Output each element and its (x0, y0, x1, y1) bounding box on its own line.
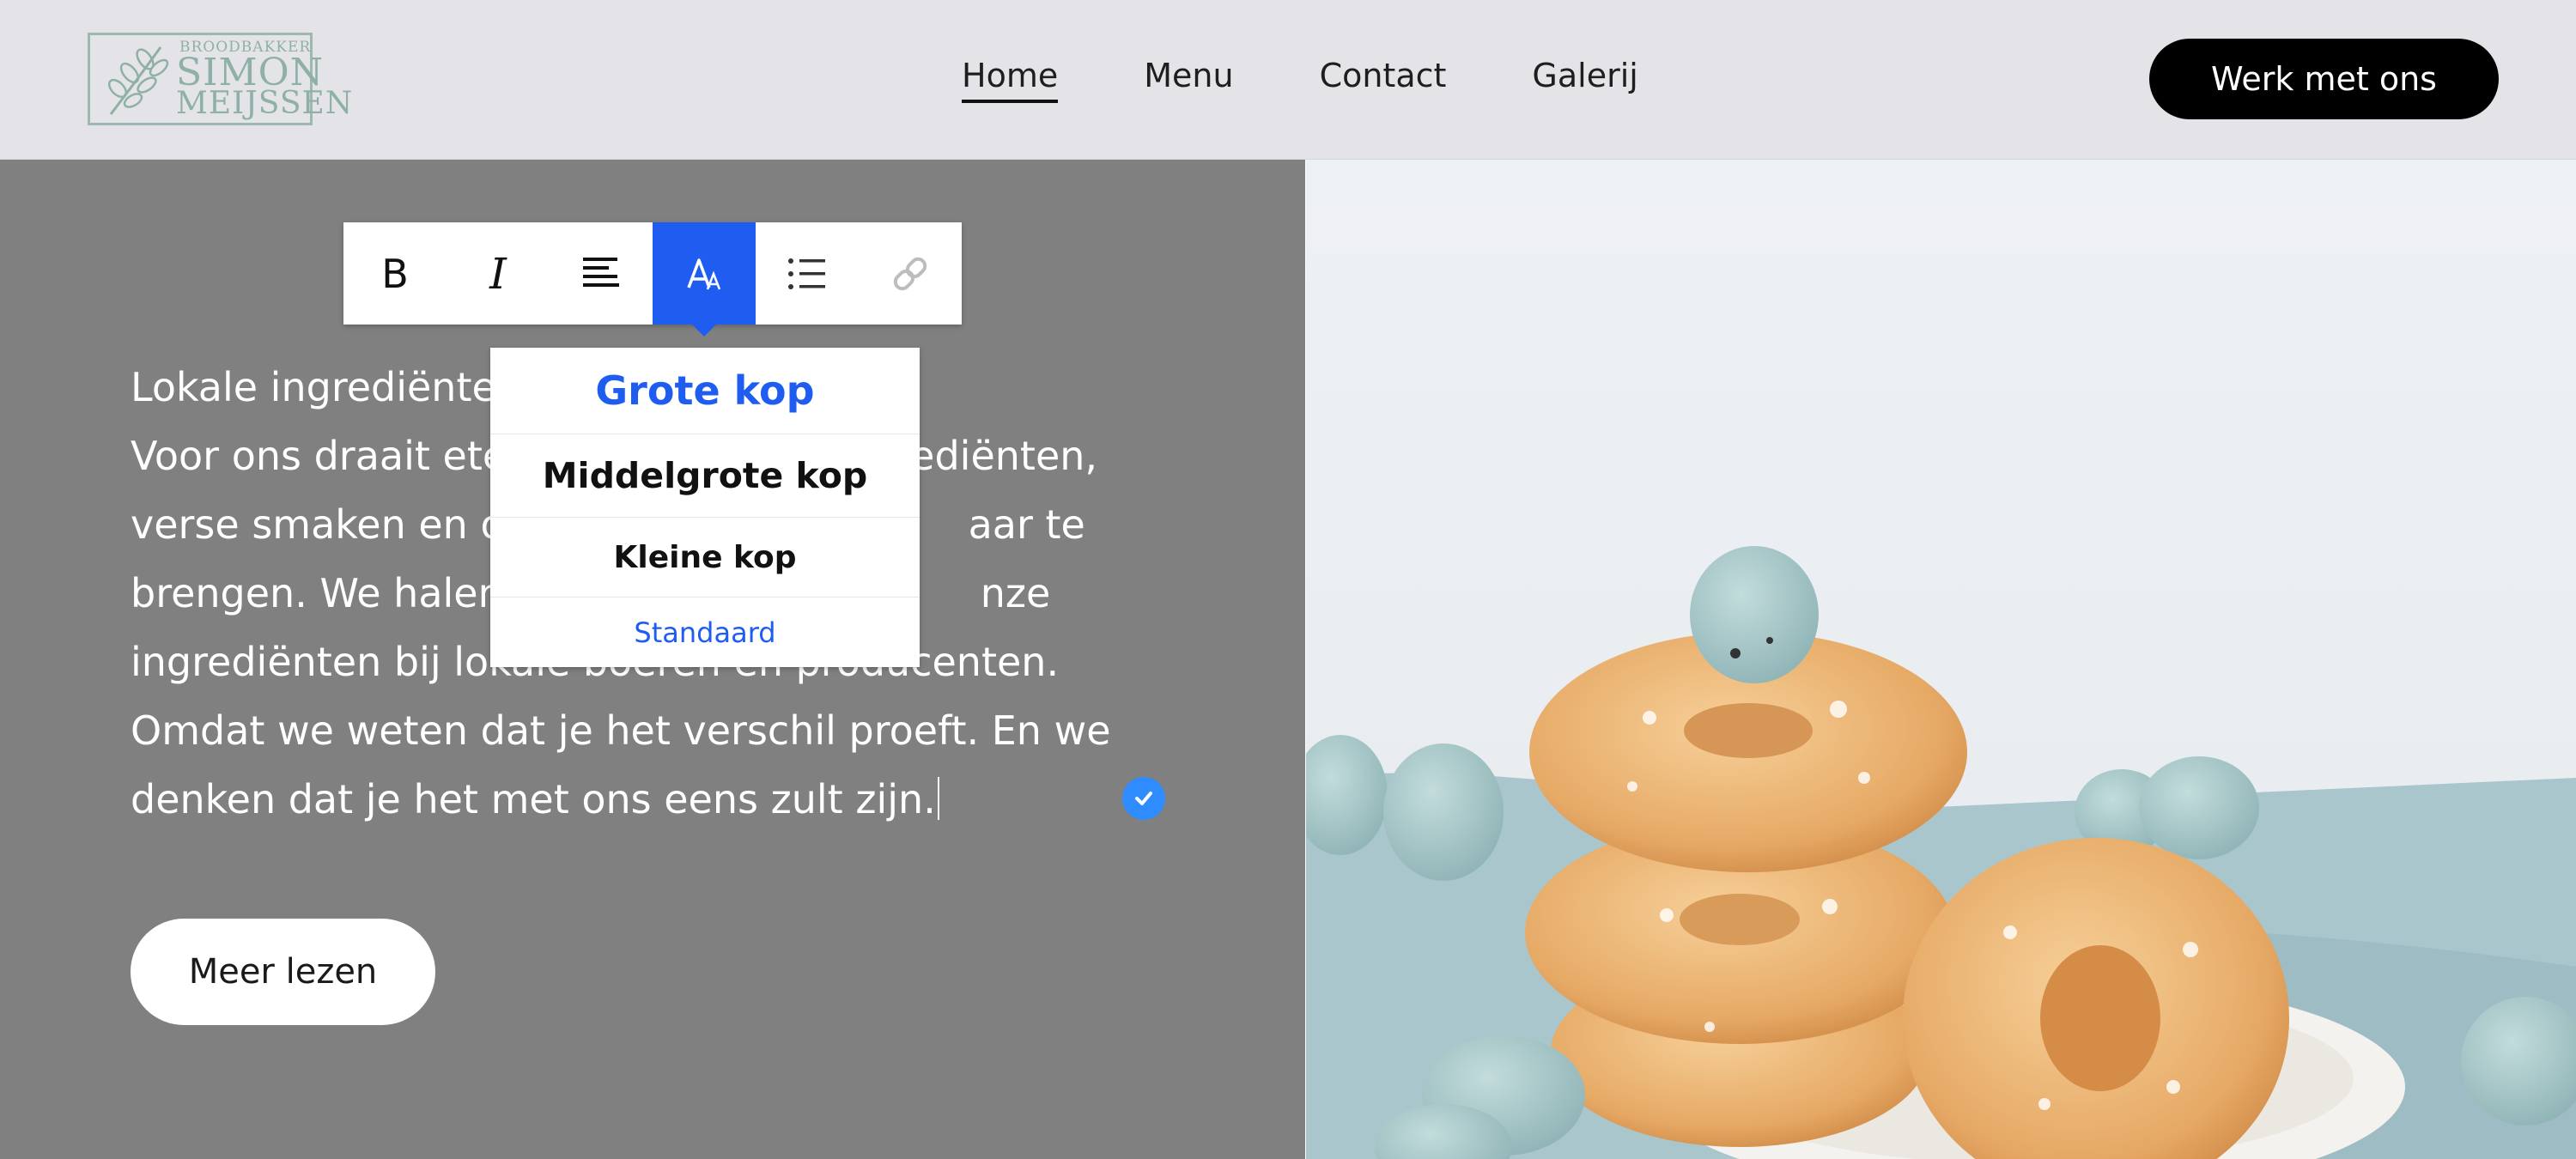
option-small-heading[interactable]: Kleine kop (490, 518, 920, 598)
bold-icon: B (381, 250, 409, 297)
work-with-us-button[interactable]: Werk met ons (2149, 39, 2499, 119)
link-icon (893, 257, 927, 290)
link-button[interactable] (859, 222, 962, 325)
option-large-heading[interactable]: Grote kop (490, 348, 920, 434)
heading-style-menu: Grote kop Middelgrote kop Kleine kop Sta… (490, 348, 920, 667)
text-style-button[interactable] (653, 222, 756, 337)
italic-button[interactable]: I (447, 222, 550, 325)
option-medium-heading[interactable]: Middelgrote kop (490, 434, 920, 518)
text-caret (937, 777, 939, 820)
main-nav: Home Menu Contact Galerij (962, 57, 1724, 103)
leaf-sprig-icon (107, 46, 169, 115)
paragraph-line: Omdat we weten dat je het verschil proef… (131, 707, 1111, 754)
list-icon (788, 258, 825, 289)
option-standard-text[interactable]: Standaard (490, 598, 920, 668)
logo-name-last: MEIJSSEN (176, 86, 354, 121)
site-header: BROODBAKKER SIMON MEIJSSEN Home Menu Con… (0, 0, 2576, 160)
donuts-photo (1306, 160, 2576, 1159)
read-more-button[interactable]: Meer lezen (131, 919, 435, 1025)
nav-menu[interactable]: Menu (1144, 57, 1233, 103)
text-style-icon (687, 258, 721, 289)
italic-icon: I (489, 248, 507, 299)
check-icon[interactable] (1122, 777, 1165, 820)
format-toolbar: B I (343, 222, 962, 337)
bold-button[interactable]: B (343, 222, 447, 325)
brand-logo[interactable]: BROODBAKKER SIMON MEIJSSEN (88, 33, 354, 125)
nav-contact[interactable]: Contact (1320, 57, 1447, 103)
align-button[interactable] (550, 222, 653, 325)
nav-home[interactable]: Home (962, 57, 1059, 103)
paragraph-line: denken dat je het met ons eens zult zijn… (131, 765, 1161, 834)
nav-galerij[interactable]: Galerij (1532, 57, 1637, 103)
align-left-icon (583, 257, 619, 287)
list-button[interactable] (756, 222, 859, 325)
